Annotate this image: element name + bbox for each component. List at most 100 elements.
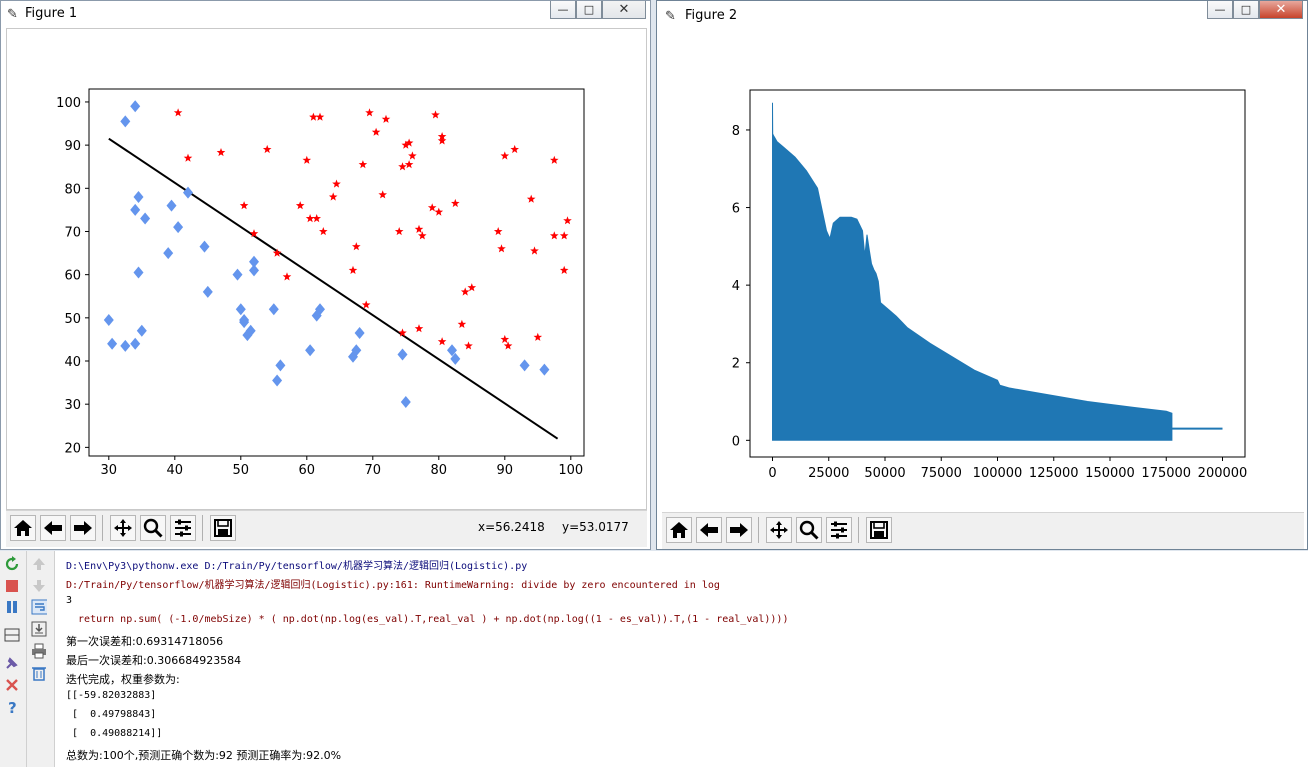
scroll-end-icon[interactable] [31, 621, 47, 637]
feather-icon: ✎ [7, 7, 18, 22]
y-tick-label: 8 [732, 124, 740, 139]
console-secondary-toolbar [27, 551, 55, 767]
scatter-chart: 30 40 50 60 70 80 90 100 20 30 40 50 60 70 80 90 100 [56, 88, 585, 478]
x-tick-label: 50000 [864, 466, 905, 481]
figure1-titlebar[interactable]: ✎ Figure 1 — □ ✕ [1, 1, 650, 27]
console-line: D:\Env\Py3\pythonw.exe D:/Train/Py/tenso… [66, 561, 528, 572]
cost-line-chart: 0 25000 50000 75000 100000 125000 150000 175000… [732, 89, 1248, 481]
console-line: 迭代完成，权重参数为: [66, 673, 180, 686]
back-icon[interactable] [40, 515, 66, 541]
pin-icon[interactable] [4, 655, 20, 671]
figure2-window: ✎ Figure 2 — □ ✕ 0 25000 50000 75000 100000 1… [656, 0, 1308, 550]
y-tick-label: 50 [64, 312, 81, 327]
console-line: [[-59.82032883] [66, 690, 157, 701]
forward-icon[interactable] [726, 517, 752, 543]
down-arrow-icon[interactable] [31, 578, 47, 594]
console-line: 最后一次误差和:0.306684923584 [66, 654, 242, 667]
figure2-titlebar[interactable]: ✎ Figure 2 — □ ✕ [657, 1, 1307, 27]
zoom-icon[interactable] [796, 517, 822, 543]
configure-icon[interactable] [170, 515, 196, 541]
figure1-title: Figure 1 [25, 6, 78, 21]
minimize-button[interactable]: — [550, 1, 576, 19]
x-tick-label: 60 [299, 463, 316, 478]
console-line: 第一次误差和:0.69314718056 [66, 635, 224, 648]
x-tick-label: 150000 [1085, 466, 1135, 481]
pan-icon[interactable] [766, 517, 792, 543]
x-tick-label: 30 [101, 463, 118, 478]
cursor-y-readout: y=53.0177 [562, 520, 629, 534]
pan-icon[interactable] [110, 515, 136, 541]
up-arrow-icon[interactable] [31, 556, 47, 572]
trash-icon[interactable] [31, 665, 47, 681]
window-controls: — □ ✕ [1207, 1, 1303, 21]
x-tick-label: 50 [233, 463, 250, 478]
save-icon[interactable] [866, 517, 892, 543]
x-tick-label: 175000 [1141, 466, 1191, 481]
console-left-toolbar: ? [0, 551, 27, 767]
y-tick-label: 40 [64, 355, 81, 370]
forward-icon[interactable] [70, 515, 96, 541]
x-tick-label: 100 [558, 463, 583, 478]
console-line: 总数为:100个,预测正确个数为:92 预测正确率为:92.0% [66, 749, 342, 762]
figure1-toolbar: x=56.2418 y=53.0177 [6, 510, 647, 547]
pause-icon[interactable] [4, 599, 20, 615]
y-tick-label: 80 [64, 182, 81, 197]
run-console: ? D:\Env\Py3\pythonw.exe D:/Train/Py/ten… [0, 551, 1308, 767]
toolbar-separator [858, 517, 859, 543]
home-icon[interactable] [10, 515, 36, 541]
layout-icon[interactable] [4, 627, 20, 643]
close-icon[interactable] [4, 677, 20, 693]
y-tick-label: 0 [732, 434, 740, 449]
x-tick-label: 200000 [1198, 466, 1248, 481]
x-tick-label: 25000 [808, 466, 849, 481]
back-icon[interactable] [696, 517, 722, 543]
maximize-button[interactable]: □ [1233, 1, 1259, 19]
toolbar-separator [102, 515, 103, 541]
zoom-icon[interactable] [140, 515, 166, 541]
x-tick-label: 75000 [921, 466, 962, 481]
configure-icon[interactable] [826, 517, 852, 543]
x-tick-label: 40 [167, 463, 184, 478]
console-line: [ 0.49088214]] [66, 728, 163, 739]
y-tick-label: 4 [732, 279, 740, 294]
home-icon[interactable] [666, 517, 692, 543]
figure1-canvas[interactable]: 30 40 50 60 70 80 90 100 20 30 40 50 60 70 80 90 100 [6, 28, 647, 510]
rerun-icon[interactable] [4, 556, 20, 572]
cursor-x-readout: x=56.2418 [478, 520, 545, 534]
y-tick-label: 60 [64, 269, 81, 284]
console-line: D:/Train/Py/tensorflow/机器学习算法/逻辑回归(Logis… [66, 580, 720, 591]
console-line: return np.sum( (-1.0/mebSize) * ( np.dot… [66, 614, 789, 625]
minimize-button[interactable]: — [1207, 1, 1233, 19]
x-tick-label: 0 [768, 466, 776, 481]
svg-text:?: ? [8, 699, 17, 715]
y-tick-label: 2 [732, 357, 740, 372]
toolbar-separator [202, 515, 203, 541]
x-tick-label: 70 [365, 463, 382, 478]
console-line: [ 0.49798843] [66, 709, 157, 720]
stop-icon[interactable] [4, 578, 20, 594]
y-tick-label: 30 [64, 398, 81, 413]
x-tick-label: 125000 [1029, 466, 1079, 481]
x-tick-label: 90 [497, 463, 514, 478]
figure2-toolbar [662, 512, 1304, 549]
figure2-canvas[interactable]: 0 25000 50000 75000 100000 125000 150000 175000… [662, 32, 1304, 512]
y-tick-label: 70 [64, 225, 81, 240]
help-icon[interactable]: ? [4, 699, 20, 715]
figure1-window: ✎ Figure 1 — □ ✕ 30 40 50 60 70 80 90 100 20 30 40… [0, 0, 651, 550]
soft-wrap-icon[interactable] [31, 599, 47, 615]
y-tick-label: 100 [56, 96, 81, 111]
x-tick-label: 100000 [973, 466, 1023, 481]
maximize-button[interactable]: □ [576, 1, 602, 19]
plot-area [88, 88, 585, 457]
close-button[interactable]: ✕ [1259, 1, 1303, 19]
close-button[interactable]: ✕ [602, 1, 646, 19]
print-icon[interactable] [31, 643, 47, 659]
window-controls: — □ ✕ [550, 1, 646, 21]
y-tick-label: 90 [64, 139, 81, 154]
console-line: 3 [66, 595, 73, 606]
feather-icon: ✎ [665, 9, 676, 24]
figure2-title: Figure 2 [685, 8, 738, 23]
y-tick-label: 6 [732, 202, 740, 217]
x-tick-label: 80 [431, 463, 448, 478]
save-icon[interactable] [210, 515, 236, 541]
